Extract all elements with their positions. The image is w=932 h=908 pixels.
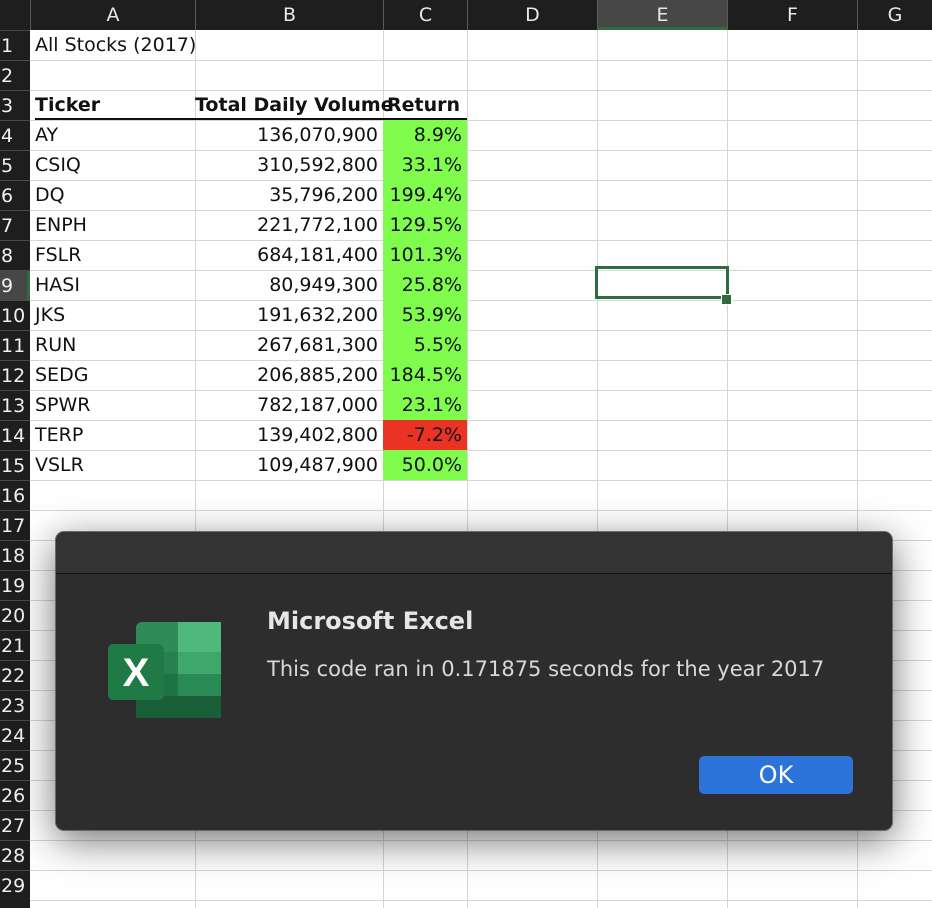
alert-dialog: X Microsoft Excel This code ran in 0.171… bbox=[55, 531, 893, 831]
dialog-message: This code ran in 0.171875 seconds for th… bbox=[267, 657, 825, 681]
dialog-title: Microsoft Excel bbox=[267, 607, 474, 635]
excel-icon-letter: X bbox=[123, 651, 150, 695]
excel-icon: X bbox=[108, 622, 221, 718]
dialog-titlebar[interactable] bbox=[56, 532, 892, 574]
modal-overlay: X Microsoft Excel This code ran in 0.171… bbox=[0, 0, 932, 908]
ok-button[interactable]: OK bbox=[699, 756, 853, 794]
